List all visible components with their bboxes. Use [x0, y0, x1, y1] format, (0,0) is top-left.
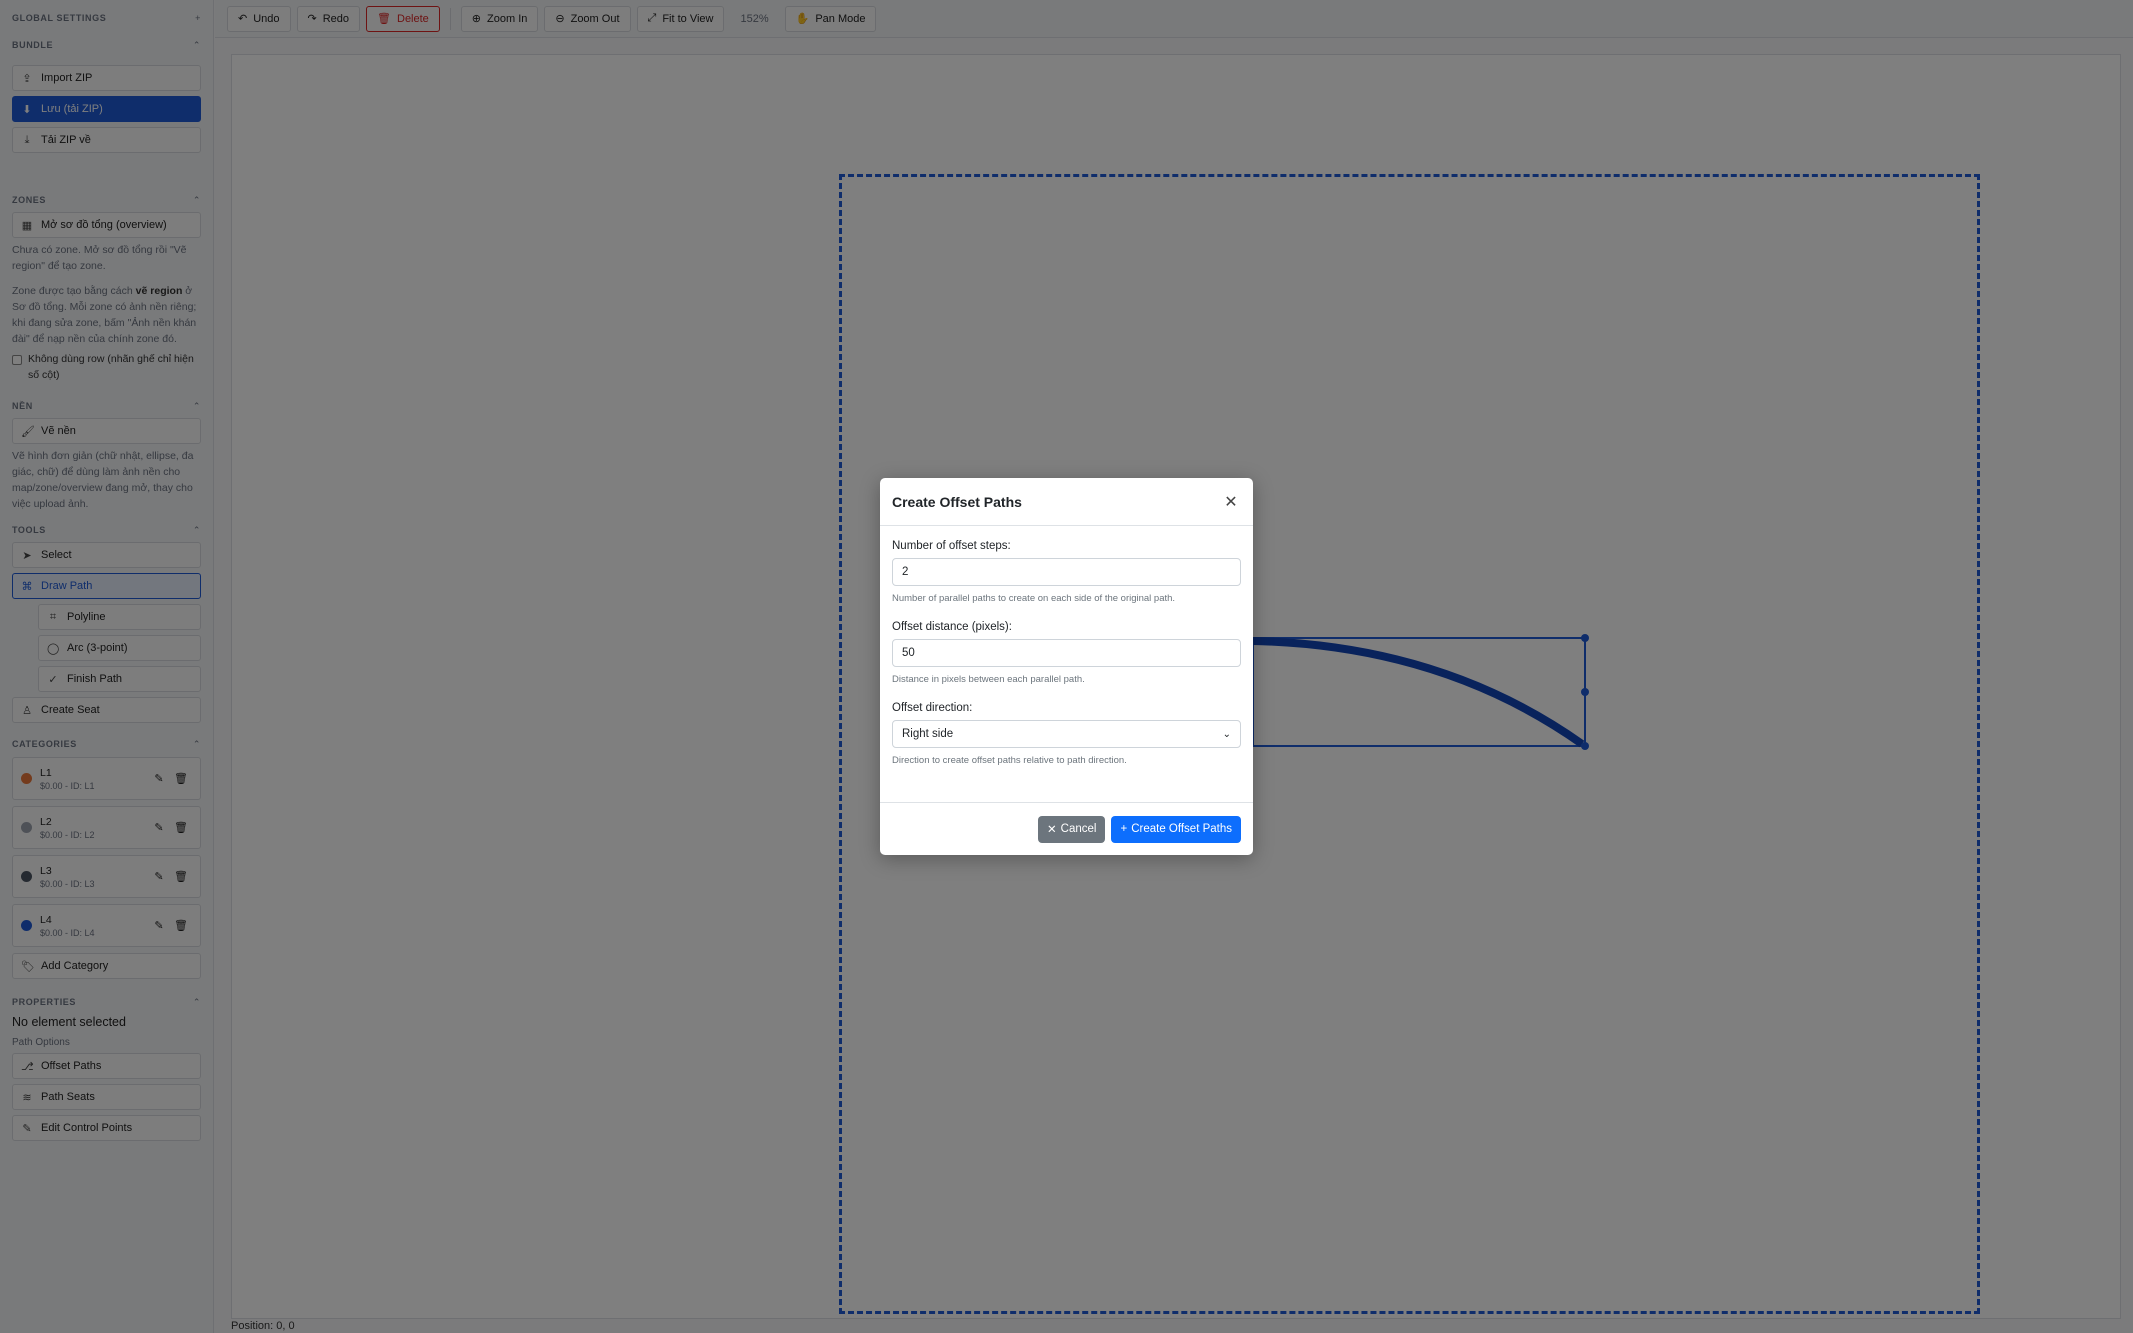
dialog-body: Number of offset steps: 2 Number of para…: [880, 526, 1253, 766]
distance-input[interactable]: 50: [892, 639, 1241, 667]
close-icon: ✕: [1047, 824, 1057, 836]
create-label: Create Offset Paths: [1131, 823, 1232, 835]
plus-icon: +: [1120, 823, 1128, 835]
cancel-label: Cancel: [1060, 823, 1097, 835]
direction-value: Right side: [902, 728, 954, 740]
distance-value: 50: [902, 647, 915, 659]
steps-help: Number of parallel paths to create on ea…: [892, 593, 1176, 604]
distance-help: Distance in pixels between each parallel…: [892, 674, 1085, 685]
steps-label: Number of offset steps:: [892, 540, 1011, 552]
chevron-down-icon: ⌄: [1222, 728, 1231, 740]
close-icon[interactable]: ✕: [1221, 492, 1241, 512]
dialog-title: Create Offset Paths: [892, 493, 1022, 510]
dialog-header: Create Offset Paths ✕: [880, 478, 1253, 526]
create-offset-paths-button[interactable]: + Create Offset Paths: [1111, 815, 1241, 843]
direction-help: Direction to create offset paths relativ…: [892, 755, 1127, 766]
direction-label: Offset direction:: [892, 702, 973, 714]
distance-label: Offset distance (pixels):: [892, 621, 1012, 633]
dialog-footer: ✕ Cancel + Create Offset Paths: [880, 802, 1253, 855]
steps-value: 2: [902, 566, 909, 578]
direction-select[interactable]: Right side ⌄: [892, 720, 1241, 748]
steps-input[interactable]: 2: [892, 558, 1241, 586]
offset-paths-dialog: Create Offset Paths ✕ Number of offset s…: [880, 478, 1253, 855]
cancel-button[interactable]: ✕ Cancel: [1038, 815, 1106, 843]
